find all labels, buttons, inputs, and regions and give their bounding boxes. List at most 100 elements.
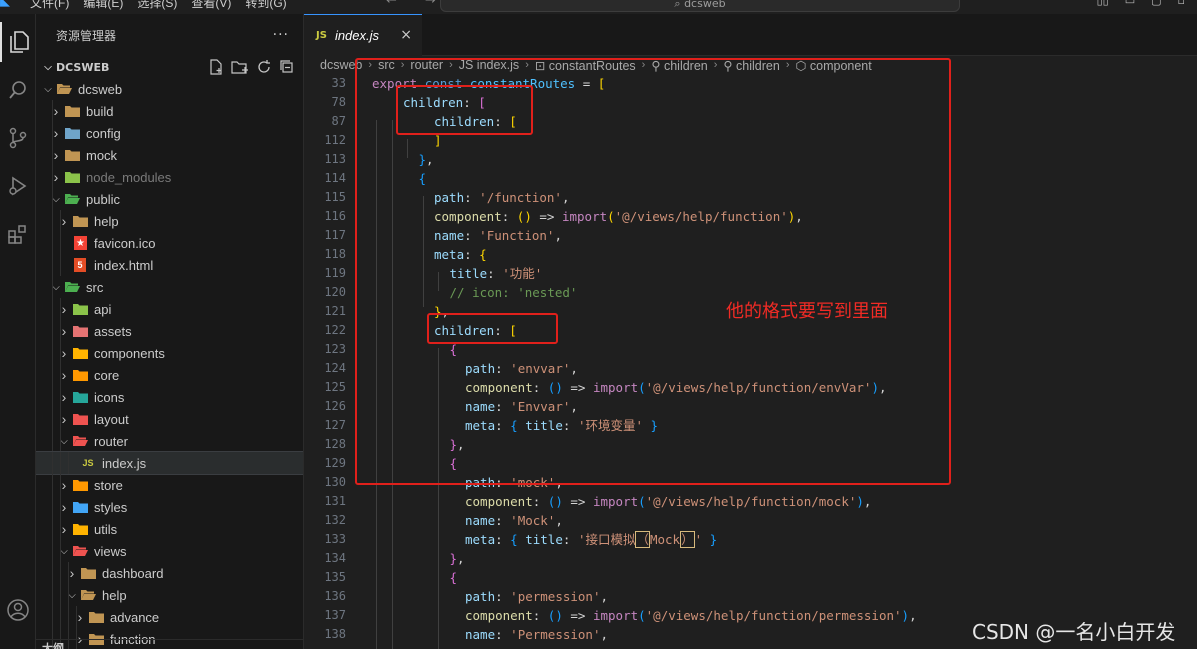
outline-section-header[interactable]: 大纲 <box>36 639 303 649</box>
code-token: ' <box>694 532 703 547</box>
tree-item-index-html[interactable]: 5 index.html <box>36 254 303 276</box>
source-control-activity[interactable] <box>0 118 36 158</box>
code-line[interactable]: 136 path: 'permession', <box>304 587 1197 606</box>
tree-item-label: index.js <box>102 455 147 471</box>
tree-item-favicon-ico[interactable]: ★ favicon.ico <box>36 232 303 254</box>
chevron-right-icon: › <box>61 389 67 405</box>
chevron-down-icon: ⌵ <box>68 589 76 601</box>
tree-item-label: layout <box>94 411 129 427</box>
tree-indent-guide <box>52 254 53 276</box>
folder-icon <box>72 368 88 382</box>
line-number: 134 <box>324 551 346 565</box>
line-number: 128 <box>324 437 346 451</box>
menu-selection[interactable]: 选择(S) <box>137 0 177 11</box>
tree-item-advance[interactable]: › advance <box>36 606 303 628</box>
code-token: } <box>702 532 718 547</box>
command-center-search[interactable]: ⌕ dcsweb <box>440 0 960 12</box>
code-token: ( <box>638 608 646 623</box>
layout-sidebar-icon[interactable]: ▯▯ <box>1097 0 1109 7</box>
tree-item-views[interactable]: ⌵ views <box>36 540 303 562</box>
explorer-activity[interactable] <box>0 22 36 62</box>
menu-more-button[interactable]: ··· <box>320 0 333 8</box>
explorer-more-button[interactable]: ··· <box>273 27 289 43</box>
tree-item-index-js[interactable]: JS index.js <box>36 451 303 475</box>
tree-item-public[interactable]: ⌵ public <box>36 188 303 210</box>
folder-open-icon <box>72 544 88 558</box>
title-bar: ◣ 文件(F) 编辑(E) 选择(S) 查看(V) 转到(G) ··· ← → … <box>0 0 1197 14</box>
nav-arrows[interactable]: ← → <box>386 0 448 8</box>
tree-item-styles[interactable]: › styles <box>36 496 303 518</box>
tree-item-node-modules[interactable]: › node_modules <box>36 166 303 188</box>
code-token: Mock <box>649 532 681 547</box>
search-activity[interactable] <box>0 70 36 110</box>
editor-tabs: JS index.js × <box>304 14 1197 56</box>
tree-indent-guide <box>52 540 53 562</box>
tree-item-store[interactable]: › store <box>36 474 303 496</box>
tree-indent-guide <box>60 452 61 474</box>
tree-item-config[interactable]: › config <box>36 122 303 144</box>
layout-custom-icon[interactable]: ▫ <box>1178 0 1185 7</box>
tree-item-api[interactable]: › api <box>36 298 303 320</box>
code-token: ） <box>680 531 695 548</box>
line-number: 125 <box>324 380 346 394</box>
tree-item-router[interactable]: ⌵ router <box>36 430 303 452</box>
tree-indent-guide <box>60 342 61 364</box>
menu-file[interactable]: 文件(F) <box>30 0 69 11</box>
menu-edit[interactable]: 编辑(E) <box>83 0 123 11</box>
code-token: () <box>547 608 563 623</box>
tree-indent-guide <box>52 584 53 606</box>
tree-indent-guide <box>52 474 53 496</box>
chevron-down-icon: ⌵ <box>60 545 68 557</box>
collapse-all-icon[interactable] <box>279 59 295 75</box>
accounts-activity[interactable] <box>0 590 36 630</box>
tree-item-src[interactable]: ⌵ src <box>36 276 303 298</box>
tree-item-dashboard[interactable]: › dashboard <box>36 562 303 584</box>
chevron-right-icon: › <box>61 323 67 339</box>
code-token: import <box>592 608 639 623</box>
code-line[interactable]: 133 meta: { title: '接口模拟（Mock）' } <box>304 530 1197 549</box>
tree-indent-guide <box>68 584 69 606</box>
workspace-section-header[interactable]: ⌵ DCSWEB <box>36 56 303 78</box>
tree-item-label: router <box>94 433 128 449</box>
tab-index-js[interactable]: JS index.js × <box>304 14 422 56</box>
tree-indent-guide <box>52 188 53 210</box>
code-line[interactable]: 131 component: () => import('@/views/help… <box>304 492 1197 511</box>
new-file-icon[interactable] <box>208 59 224 75</box>
layout-panel-icon[interactable]: ▭ <box>1125 0 1135 7</box>
tree-item-assets[interactable]: › assets <box>36 320 303 342</box>
tree-indent-guide <box>60 496 61 518</box>
tree-indent-guide <box>60 320 61 342</box>
chevron-right-icon: › <box>53 169 59 185</box>
run-debug-icon <box>9 176 27 196</box>
chevron-down-icon: ⌵ <box>60 435 68 447</box>
tree-item-layout[interactable]: › layout <box>36 408 303 430</box>
tree-item-dcsweb[interactable]: ⌵ dcsweb <box>36 78 303 100</box>
code-line[interactable]: 134}, <box>304 549 1197 568</box>
annotation-box-children <box>396 85 533 135</box>
layout-secondary-icon[interactable]: ▢ <box>1151 0 1161 7</box>
code-token: : <box>562 532 578 547</box>
menu-view[interactable]: 查看(V) <box>191 0 231 11</box>
new-folder-icon[interactable] <box>231 59 249 75</box>
code-line[interactable]: 132 name: 'Mock', <box>304 511 1197 530</box>
code-token: ) <box>901 608 910 623</box>
tree-item-mock[interactable]: › mock <box>36 144 303 166</box>
run-debug-activity[interactable] <box>0 166 36 206</box>
menu-go[interactable]: 转到(G) <box>245 0 286 11</box>
line-number: 127 <box>324 418 346 432</box>
close-icon[interactable]: × <box>400 27 412 43</box>
tree-item-utils[interactable]: › utils <box>36 518 303 540</box>
code-line[interactable]: 135 { <box>304 568 1197 587</box>
tree-item-build[interactable]: › build <box>36 100 303 122</box>
tree-item-components[interactable]: › components <box>36 342 303 364</box>
tree-item-help[interactable]: › help <box>36 210 303 232</box>
folder-open-icon <box>64 192 80 206</box>
chevron-right-icon: › <box>61 477 67 493</box>
code-token: { <box>510 532 526 547</box>
refresh-icon[interactable] <box>256 59 272 75</box>
tree-item-core[interactable]: › core <box>36 364 303 386</box>
tree-item-icons[interactable]: › icons <box>36 386 303 408</box>
tree-item-help[interactable]: ⌵ help <box>36 584 303 606</box>
line-number: 136 <box>324 589 346 603</box>
extensions-activity[interactable] <box>0 214 36 254</box>
